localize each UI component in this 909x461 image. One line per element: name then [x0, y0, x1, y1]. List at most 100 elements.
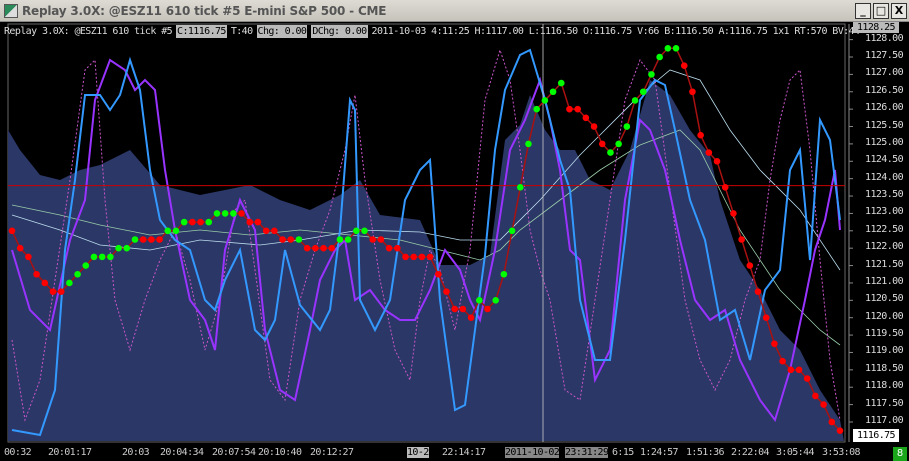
y-label: 1120.00	[865, 310, 904, 322]
up-dot	[221, 210, 229, 217]
minimize-button[interactable]: _	[855, 3, 871, 19]
down-dot	[754, 288, 762, 295]
y-label: 1128.00	[865, 32, 904, 44]
down-dot	[459, 305, 467, 313]
down-dot	[262, 227, 270, 235]
up-dot	[533, 105, 540, 113]
up-dot	[164, 227, 172, 235]
up-dot	[672, 45, 680, 52]
y-label: 1126.00	[865, 102, 904, 114]
x-axis[interactable]: 00:32 20:01:17 20:03 20:04:34 20:07:54 2…	[0, 445, 909, 461]
x-label: 20:03	[122, 447, 150, 458]
up-dot	[98, 253, 106, 261]
down-dot	[402, 253, 409, 261]
down-dot	[730, 210, 737, 217]
down-dot	[762, 314, 770, 322]
down-dot	[197, 218, 204, 226]
down-dot	[385, 244, 393, 252]
x-label: 3:05:44	[776, 447, 815, 458]
down-dot	[8, 227, 16, 235]
down-dot	[484, 305, 491, 313]
down-dot	[320, 244, 327, 252]
x-label-date-marker: 10-2	[407, 447, 429, 458]
up-dot	[656, 53, 663, 61]
up-dot	[353, 227, 360, 235]
down-dot	[705, 149, 713, 156]
y-label: 1127.50	[865, 50, 904, 61]
down-dot	[598, 140, 606, 148]
window-title: Replay 3.0X: @ESZ11 610 tick #5 E-mini S…	[22, 3, 387, 18]
y-label: 1121.00	[865, 275, 904, 287]
y-axis-ticks	[849, 39, 853, 423]
down-dot	[238, 210, 245, 217]
down-dot	[738, 236, 745, 243]
down-dot	[566, 105, 573, 113]
down-dot	[779, 357, 786, 365]
down-dot	[771, 340, 778, 348]
x-label: 22:14:17	[442, 447, 486, 458]
info-strip: Replay 3.0X: @ESZ11 610 tick #5 C:1116.7…	[4, 25, 863, 38]
up-dot	[525, 140, 532, 148]
x-label: 6:15	[612, 447, 634, 458]
down-dot	[279, 236, 286, 243]
title-bar[interactable]: Replay 3.0X: @ESZ11 610 tick #5 E-mini S…	[0, 0, 909, 22]
info-ticks: T:40	[230, 26, 253, 37]
x-label-cursor-time: 23:31:29	[565, 447, 609, 458]
down-dot	[582, 114, 590, 122]
x-label: 20:12:27	[310, 447, 354, 458]
info-close: C:1116.75	[176, 25, 227, 38]
x-label: 1:24:57	[640, 447, 679, 458]
up-dot	[344, 236, 352, 243]
x-label: 20:07:54	[212, 447, 256, 458]
down-dot	[590, 123, 598, 130]
down-dot	[254, 218, 262, 226]
up-dot	[230, 210, 237, 217]
up-dot	[115, 244, 122, 252]
info-prefix: Replay 3.0X: @ESZ11 610 tick #5	[4, 26, 173, 37]
info-daily-change: DChg: 0.00	[311, 25, 368, 38]
up-dot	[172, 227, 180, 235]
x-label: 20:04:34	[160, 447, 204, 458]
down-dot	[746, 262, 754, 269]
x-label: 3:53:08	[822, 447, 861, 458]
down-dot	[820, 401, 827, 408]
down-dot	[426, 253, 434, 261]
down-dot	[795, 366, 803, 374]
y-label: 1123.50	[865, 189, 904, 201]
close-button[interactable]: X	[891, 3, 907, 19]
up-dot	[213, 210, 221, 217]
y-label: 1118.00	[865, 380, 904, 392]
y-label: 1117.50	[865, 397, 904, 409]
down-dot	[377, 236, 385, 243]
up-dot	[82, 262, 90, 269]
up-dot	[516, 184, 524, 191]
up-dot	[623, 123, 631, 130]
maximize-button[interactable]: □	[873, 3, 889, 19]
up-dot	[66, 279, 73, 287]
x-label-cursor-date: 2011-10-02	[505, 447, 560, 458]
up-dot	[131, 236, 139, 243]
x-label: 1:51:36	[686, 447, 725, 458]
up-dot	[557, 79, 565, 87]
y-axis-top-highlight: 1128.25	[853, 22, 899, 33]
down-dot	[148, 236, 155, 243]
up-dot	[475, 297, 483, 304]
x-label: 2:22:04	[731, 447, 770, 458]
info-change: Chg: 0.00	[256, 25, 308, 38]
up-dot	[541, 97, 549, 104]
down-dot	[689, 88, 696, 96]
x-label: 00:32	[4, 447, 32, 458]
down-dot	[246, 218, 254, 226]
up-dot	[74, 270, 81, 278]
up-dot	[361, 227, 368, 235]
up-dot	[615, 140, 622, 148]
down-dot	[312, 244, 319, 252]
y-label: 1125.50	[865, 119, 904, 131]
price-chart[interactable]	[0, 23, 909, 445]
down-dot	[828, 418, 836, 426]
down-dot	[57, 288, 65, 295]
down-dot	[369, 236, 377, 243]
down-dot	[328, 244, 336, 252]
down-dot	[25, 253, 32, 261]
x-label: 20:01:17	[48, 447, 92, 458]
